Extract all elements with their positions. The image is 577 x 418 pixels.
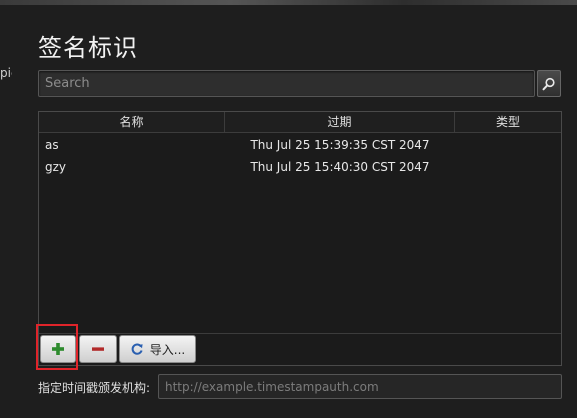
signing-identities-table: 名称 过期 类型 as Thu Jul 25 15:39:35 CST 2047… — [38, 111, 562, 366]
table-row[interactable]: as Thu Jul 25 15:39:35 CST 2047 — [39, 134, 561, 156]
column-header-name[interactable]: 名称 — [39, 112, 225, 132]
row-name: gzy — [45, 160, 67, 174]
page-title: 签名标识 — [38, 34, 138, 62]
search-icon — [542, 77, 555, 90]
window-top-strip — [0, 0, 577, 5]
table-header: 名称 过期 类型 — [39, 112, 561, 133]
column-header-expiry[interactable]: 过期 — [225, 112, 455, 132]
search-button[interactable] — [537, 70, 561, 97]
search-box — [38, 70, 535, 97]
row-type — [455, 134, 561, 156]
timestamp-authority-box — [158, 374, 562, 399]
row-name: as — [45, 138, 59, 152]
highlight-annotation — [36, 324, 78, 370]
import-button-label: 导入... — [149, 342, 186, 357]
refresh-icon — [131, 343, 143, 355]
minus-icon — [92, 347, 104, 351]
row-type — [455, 156, 561, 178]
toolbar-divider — [39, 333, 561, 334]
table-row[interactable]: gzy Thu Jul 25 15:40:30 CST 2047 — [39, 156, 561, 178]
column-header-type[interactable]: 类型 — [455, 112, 561, 132]
import-button[interactable]: 导入... — [119, 335, 196, 363]
timestamp-authority-label: 指定时间戳颁发机构: — [38, 381, 151, 395]
search-input[interactable] — [39, 71, 534, 96]
timestamp-authority-input[interactable] — [159, 375, 561, 398]
row-expiry: Thu Jul 25 15:39:35 CST 2047 — [250, 138, 430, 152]
remove-identity-button[interactable] — [79, 335, 117, 363]
row-expiry: Thu Jul 25 15:40:30 CST 2047 — [250, 160, 430, 174]
left-edge-text: pic — [0, 66, 12, 80]
